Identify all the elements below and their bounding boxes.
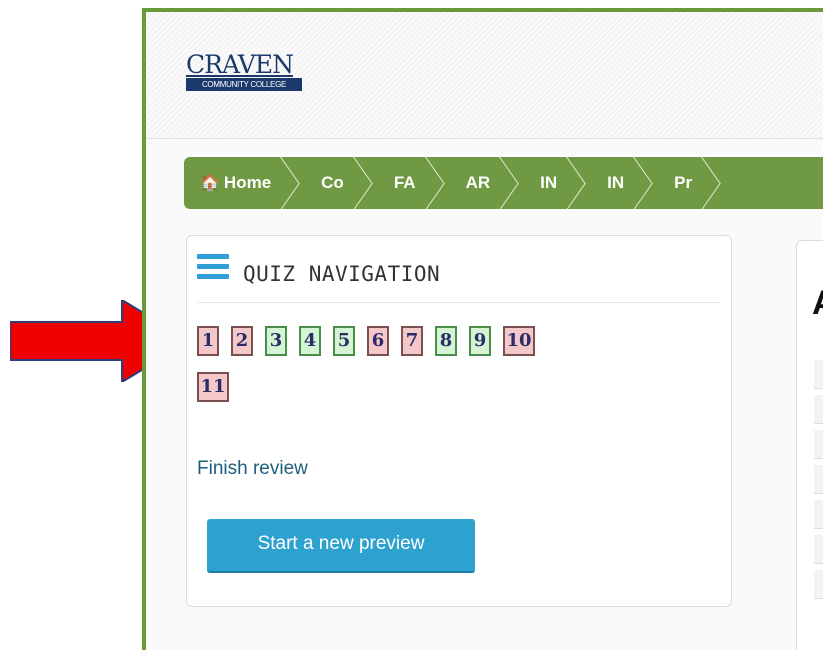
- question-button-1[interactable]: 1: [197, 326, 219, 356]
- main-heading: A: [812, 284, 823, 323]
- question-button-10[interactable]: 10: [503, 326, 535, 356]
- menu-icon[interactable]: [197, 254, 229, 282]
- content-row: [814, 465, 823, 494]
- content-row: [814, 570, 823, 599]
- breadcrumb-home[interactable]: 🏠 Home: [184, 157, 299, 209]
- main-content-rows: [814, 360, 823, 605]
- content-row: [814, 535, 823, 564]
- question-button-3[interactable]: 3: [265, 326, 287, 356]
- question-button-5[interactable]: 5: [333, 326, 355, 356]
- content-row: [814, 395, 823, 424]
- question-button-4[interactable]: 4: [299, 326, 321, 356]
- site-header: CRAVEN COMMUNITY COLLEGE: [146, 12, 823, 139]
- quiz-navigation-title: QUIZ NAVIGATION: [243, 262, 441, 286]
- breadcrumb: 🏠 Home Co FA AR IN IN Pr: [184, 157, 823, 209]
- question-button-6[interactable]: 6: [367, 326, 389, 356]
- breadcrumb-label: Home: [223, 173, 272, 192]
- breadcrumb-item[interactable]: IN: [518, 157, 585, 209]
- question-button-11[interactable]: 11: [197, 372, 229, 402]
- breadcrumb-item[interactable]: FA: [372, 157, 444, 209]
- logo-title: CRAVEN: [186, 52, 302, 79]
- quiz-navigation-block: QUIZ NAVIGATION 1 2 3 4 5 6 7 8 9 10 11 …: [186, 235, 732, 607]
- browser-window: CRAVEN COMMUNITY COLLEGE 🏠 Home Co FA AR …: [142, 8, 823, 650]
- question-button-7[interactable]: 7: [401, 326, 423, 356]
- question-button-9[interactable]: 9: [469, 326, 491, 356]
- breadcrumb-item[interactable]: Co: [299, 157, 372, 209]
- finish-review-link[interactable]: Finish review: [197, 458, 308, 480]
- breadcrumb-item[interactable]: IN: [585, 157, 652, 209]
- question-button-2[interactable]: 2: [231, 326, 253, 356]
- logo-subtitle: COMMUNITY COLLEGE: [186, 79, 302, 91]
- question-button-8[interactable]: 8: [435, 326, 457, 356]
- home-icon: 🏠: [200, 175, 220, 192]
- start-new-preview-button[interactable]: Start a new preview: [207, 519, 475, 573]
- quiz-navigation-header: QUIZ NAVIGATION: [197, 254, 719, 303]
- content-row: [814, 500, 823, 529]
- content-row: [814, 430, 823, 459]
- content-row: [814, 360, 823, 389]
- college-logo[interactable]: CRAVEN COMMUNITY COLLEGE: [186, 52, 302, 91]
- breadcrumb-item[interactable]: Pr: [652, 157, 720, 209]
- breadcrumb-item[interactable]: AR: [444, 157, 519, 209]
